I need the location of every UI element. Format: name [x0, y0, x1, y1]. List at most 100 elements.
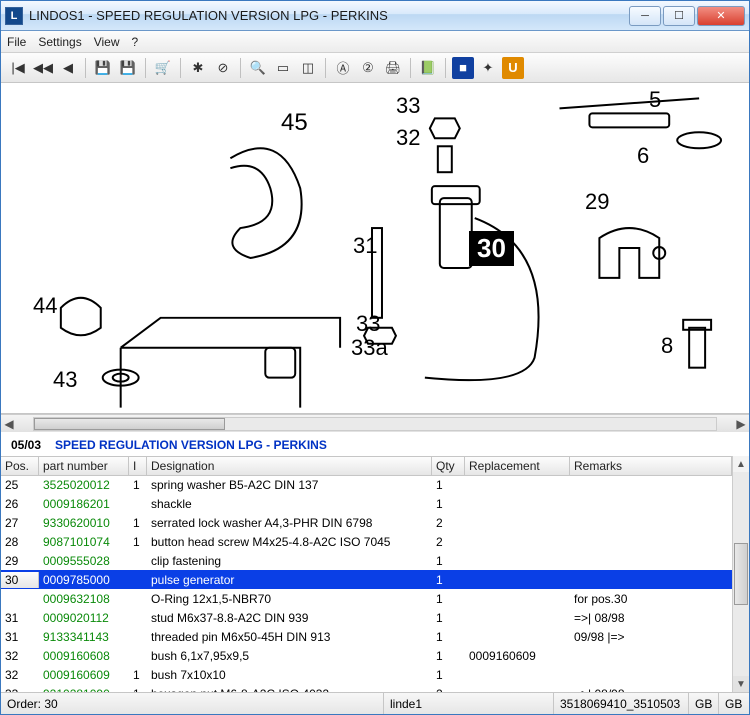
cell-qty: 1: [432, 629, 465, 645]
minimize-button[interactable]: ─: [629, 6, 661, 26]
diagram-hscrollbar[interactable]: ◀ ▶: [1, 414, 749, 432]
scroll-track[interactable]: [733, 472, 749, 676]
toolbar-separator: [240, 58, 241, 78]
table-row[interactable]: 320009160608bush 6,1x7,95x9,510009160609: [1, 646, 732, 665]
circle-2-icon[interactable]: ②: [357, 57, 379, 79]
cart-icon[interactable]: 🛒: [152, 57, 174, 79]
book-icon[interactable]: 📗: [417, 57, 439, 79]
col-designation[interactable]: Designation: [147, 457, 432, 476]
close-button[interactable]: ✕: [697, 6, 745, 26]
circle-a-icon[interactable]: Ⓐ: [332, 57, 354, 79]
toolbar-separator: [445, 58, 446, 78]
cell-i: 1: [129, 477, 147, 493]
table-row[interactable]: 319133341143threaded pin M6x50-45H DIN 9…: [1, 627, 732, 646]
cell-i: [129, 617, 147, 619]
cell-rem: [570, 579, 732, 581]
table-row[interactable]: 3392102810901hexagon nut M6-8-A2C ISO 40…: [1, 684, 732, 692]
doc-icon[interactable]: ◫: [297, 57, 319, 79]
table-row[interactable]: 290009555028clip fastening1: [1, 551, 732, 570]
table-row[interactable]: 2793306200101serrated lock washer A4,3-P…: [1, 513, 732, 532]
cell-i: 1: [129, 667, 147, 683]
col-qty[interactable]: Qty: [432, 457, 465, 476]
menu-file[interactable]: File: [7, 35, 26, 49]
table-row[interactable]: 300009785000pulse generator1: [1, 570, 732, 589]
first-icon[interactable]: |◀: [7, 57, 29, 79]
cell-rem: [570, 503, 732, 505]
cell-qty: 2: [432, 534, 465, 550]
scroll-track[interactable]: [33, 417, 717, 431]
table-row[interactable]: 2890871010741button head screw M4x25-4.8…: [1, 532, 732, 551]
eu-icon[interactable]: ■: [452, 57, 474, 79]
rewind-icon[interactable]: ◀◀: [32, 57, 54, 79]
table-row[interactable]: 3200091606091bush 7x10x101: [1, 665, 732, 684]
cell-pos: 32: [1, 648, 39, 664]
cell-repl: [465, 636, 570, 638]
cell-pos: 32: [1, 667, 39, 683]
col-i[interactable]: I: [129, 457, 147, 476]
zoom-icon[interactable]: 🔍: [247, 57, 269, 79]
table-row[interactable]: 260009186201shackle1: [1, 494, 732, 513]
scroll-thumb[interactable]: [734, 543, 748, 604]
maximize-button[interactable]: ☐: [663, 6, 695, 26]
menu-settings[interactable]: Settings: [38, 35, 81, 49]
diagram-label-33-top: 33: [396, 93, 420, 119]
cell-repl: [465, 503, 570, 505]
parts-vscrollbar[interactable]: ▲ ▼: [732, 456, 749, 692]
star-icon[interactable]: ✦: [477, 57, 499, 79]
col-replacement[interactable]: Replacement: [465, 457, 570, 476]
cell-repl: [465, 522, 570, 524]
cell-desig: button head screw M4x25-4.8-A2C ISO 7045: [147, 534, 432, 550]
scroll-left-icon[interactable]: ◀: [1, 416, 17, 432]
scroll-down-icon[interactable]: ▼: [733, 676, 749, 692]
cell-pos: 31: [1, 610, 39, 626]
scroll-thumb[interactable]: [34, 418, 225, 430]
cell-desig: clip fastening: [147, 553, 432, 569]
status-code: 3518069410_3510503: [554, 693, 689, 714]
cell-rem: for pos.30: [570, 591, 732, 607]
u-icon[interactable]: U: [502, 57, 524, 79]
parts-panel: 05/03 SPEED REGULATION VERSION LPG - PER…: [1, 432, 749, 692]
col-remarks[interactable]: Remarks: [570, 457, 732, 476]
scroll-up-icon[interactable]: ▲: [733, 456, 749, 472]
toolbar-separator: [410, 58, 411, 78]
menu-help[interactable]: ?: [132, 35, 139, 49]
cell-repl: [465, 484, 570, 486]
flag1-icon[interactable]: ✱: [187, 57, 209, 79]
cell-rem: [570, 560, 732, 562]
cell-desig: bush 7x10x10: [147, 667, 432, 683]
cell-repl: [465, 541, 570, 543]
toolbar-separator: [85, 58, 86, 78]
diagram-label-5: 5: [649, 87, 661, 113]
statusbar: Order: 30 linde1 3518069410_3510503 GB G…: [1, 692, 749, 714]
prev-icon[interactable]: ◀: [57, 57, 79, 79]
col-pos[interactable]: Pos.: [1, 457, 39, 476]
diagram-viewport[interactable]: 45 44 43 33 32 31 33 33a 30 5 6 29 8: [1, 83, 749, 414]
cell-pos: 31: [1, 629, 39, 645]
status-lang2: GB: [719, 693, 749, 714]
cell-desig: shackle: [147, 496, 432, 512]
page-icon[interactable]: ▭: [272, 57, 294, 79]
table-row[interactable]: 310009020112stud M6x37-8.8-A2C DIN 9391=…: [1, 608, 732, 627]
cell-part: 0009160608: [39, 648, 129, 664]
cell-desig: bush 6,1x7,95x9,5: [147, 648, 432, 664]
cell-part: 0009555028: [39, 553, 129, 569]
cell-i: [129, 598, 147, 600]
cell-part: 0009632108: [39, 591, 129, 607]
status-lang1: GB: [689, 693, 719, 714]
table-row[interactable]: 0009632108O-Ring 12x1,5-NBR701for pos.30: [1, 589, 732, 608]
cell-i: [129, 655, 147, 657]
save1-icon[interactable]: 💾: [92, 57, 114, 79]
status-order: Order: 30: [1, 693, 384, 714]
col-part[interactable]: part number: [39, 457, 129, 476]
diagram-label-30-selected[interactable]: 30: [469, 231, 514, 266]
scroll-right-icon[interactable]: ▶: [733, 416, 749, 432]
flag2-icon[interactable]: ⊘: [212, 57, 234, 79]
menu-view[interactable]: View: [94, 35, 120, 49]
save2-icon[interactable]: 💾: [117, 57, 139, 79]
cell-desig: pulse generator: [147, 572, 432, 588]
cell-qty: 1: [432, 667, 465, 683]
table-row[interactable]: 2535250200121spring washer B5-A2C DIN 13…: [1, 475, 732, 494]
print-icon[interactable]: 🖨: [382, 57, 404, 79]
cell-pos: 29: [1, 553, 39, 569]
cell-part: 0009020112: [39, 610, 129, 626]
